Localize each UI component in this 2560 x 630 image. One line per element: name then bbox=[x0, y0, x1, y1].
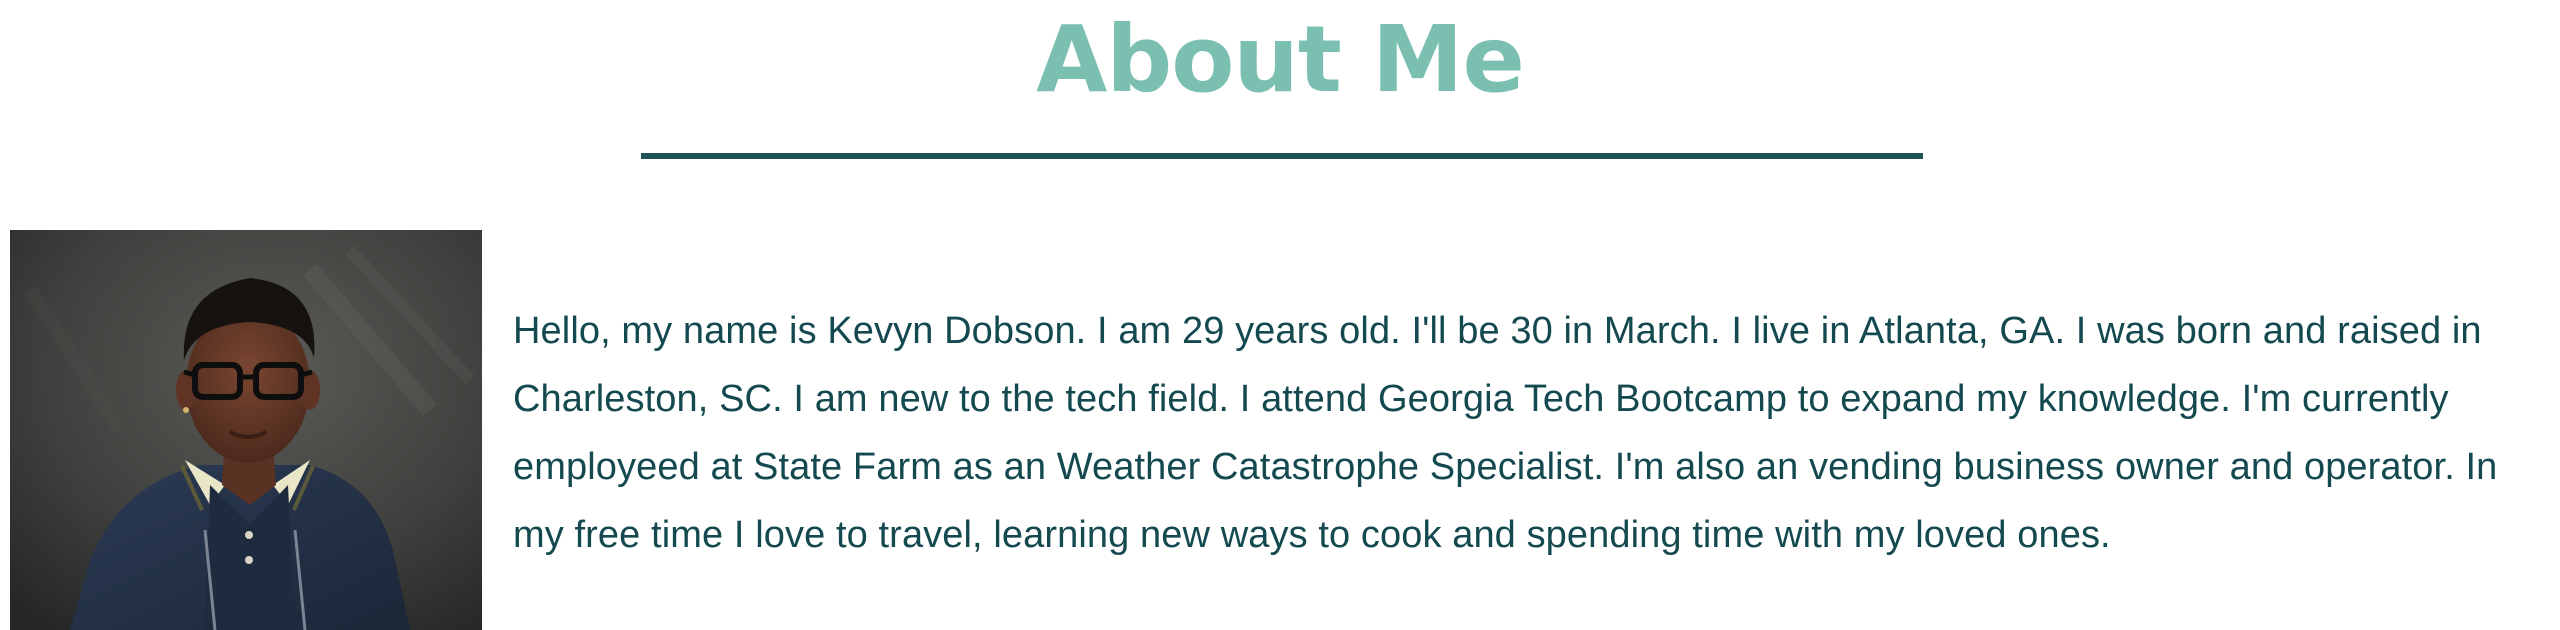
title-divider bbox=[641, 153, 1923, 159]
profile-photo bbox=[10, 230, 482, 630]
about-bio-text: Hello, my name is Kevyn Dobson. I am 29 … bbox=[513, 310, 2498, 556]
about-section: About Me Hello, my name is Kevyn Dobson.… bbox=[0, 0, 2560, 630]
about-title: About Me bbox=[1036, 6, 1525, 113]
portrait-image bbox=[10, 230, 482, 630]
